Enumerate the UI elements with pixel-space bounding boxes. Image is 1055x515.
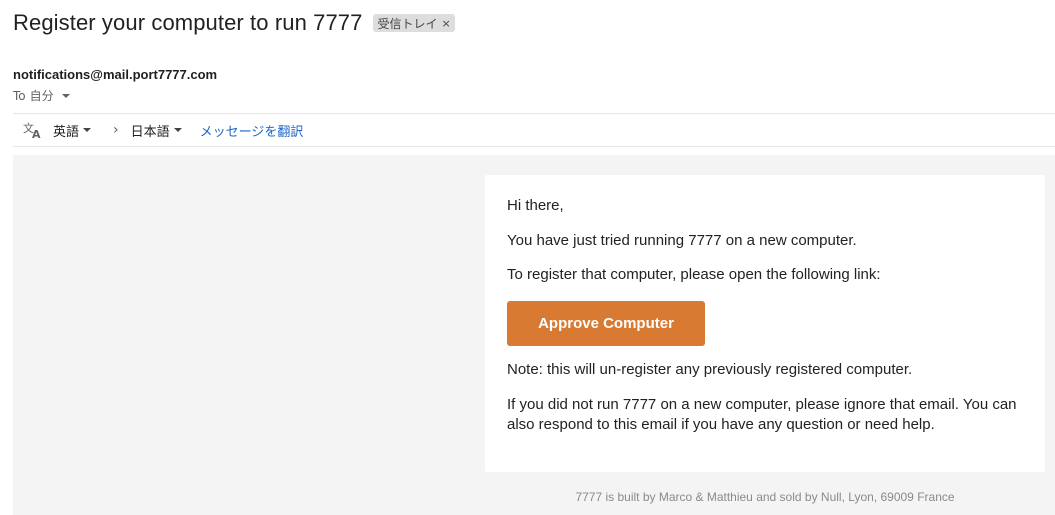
inbox-label-chip[interactable]: 受信トレイ × (373, 14, 455, 32)
target-language-label: 日本語 (130, 124, 170, 140)
caret-down-icon (83, 128, 92, 132)
inbox-label-text: 受信トレイ (377, 16, 438, 31)
caret-down-icon (173, 128, 182, 132)
recipient-value: 自分 (29, 89, 54, 103)
sender-email: notifications@mail.port7777.com (13, 67, 218, 82)
subject-row: Register your computer to run 7777 受信トレイ… (13, 10, 455, 36)
body-line-2: To register that computer, please open t… (507, 266, 881, 283)
translate-icon: 文 A (23, 120, 43, 140)
recipient-dropdown[interactable]: To 自分 (13, 87, 70, 104)
email-footer: 7777 is built by Marco & Matthieu and so… (575, 490, 955, 504)
caret-down-icon[interactable] (61, 93, 70, 98)
recipient-prefix: To (13, 88, 26, 103)
target-language-dropdown[interactable]: 日本語 (131, 121, 182, 140)
translate-bar: 文 A 英語 › 日本語 メッセージを翻訳 (13, 113, 1055, 147)
source-language-label: 英語 (53, 124, 80, 140)
chevron-right-icon: › (113, 122, 119, 138)
email-subject: Register your computer to run 7777 (13, 10, 363, 35)
greeting-text: Hi there, (507, 197, 564, 214)
email-card: Hi there, You have just tried running 77… (485, 175, 1045, 472)
translate-message-link[interactable]: メッセージを翻訳 (200, 121, 304, 140)
approve-computer-button[interactable]: Approve Computer (507, 301, 705, 346)
source-language-dropdown[interactable]: 英語 (53, 121, 92, 140)
closing-text: If you did not run 7777 on a new compute… (507, 396, 1017, 433)
close-icon[interactable]: × (442, 17, 451, 30)
note-text: Note: this will un-register any previous… (507, 361, 913, 378)
body-line-1: You have just tried running 7777 on a ne… (507, 232, 857, 249)
svg-text:A: A (32, 128, 41, 139)
